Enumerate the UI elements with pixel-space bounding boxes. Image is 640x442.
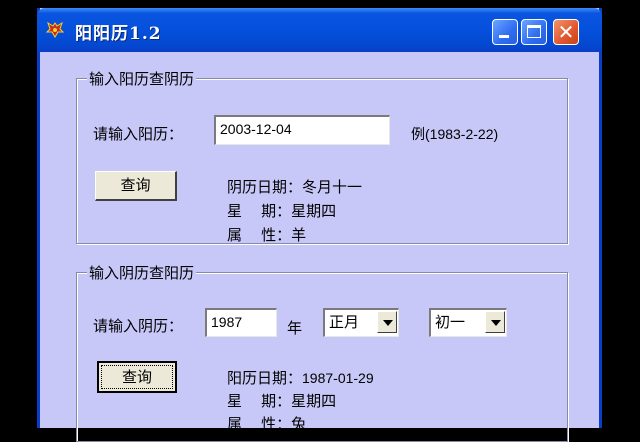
result-label: 属 性： xyxy=(227,226,292,244)
result-value: 星期四 xyxy=(291,392,337,410)
result-label: 阳历日期： xyxy=(227,369,303,387)
group-legend: 输入阴历查阳历 xyxy=(87,262,197,283)
title-bar[interactable]: 阳阳历1.2 ✕ xyxy=(37,8,602,52)
selected-day: 初一 xyxy=(435,313,466,331)
weekday-result: 星 期：星期四 xyxy=(227,200,336,221)
lunar-input-label: 请输入阴历： xyxy=(93,317,184,335)
lunar-query-button[interactable]: 查询 xyxy=(97,361,177,393)
maximize-icon xyxy=(527,25,541,38)
minimize-button[interactable] xyxy=(492,19,518,45)
result-value: 1987-01-29 xyxy=(302,370,374,386)
close-button[interactable]: ✕ xyxy=(553,19,579,45)
lunar-month-select[interactable]: 正月 xyxy=(323,308,399,337)
minimize-icon xyxy=(499,35,509,38)
result-value: 冬月十一 xyxy=(302,178,363,196)
solar-to-lunar-group: 输入阳历查阴历 请输入阳历： 2003-12-04 例(1983-2-22) 查… xyxy=(76,68,568,245)
result-value: 兔 xyxy=(291,415,307,433)
example-hint: 例(1983-2-22) xyxy=(411,126,499,142)
solar-input-label: 请输入阳历： xyxy=(93,125,184,143)
result-label: 星 期： xyxy=(227,392,292,410)
result-value: 羊 xyxy=(291,226,307,244)
group-legend: 输入阳历查阴历 xyxy=(87,68,197,89)
lunar-date-result: 阴历日期：冬月十一 xyxy=(227,176,362,197)
solar-date-input[interactable]: 2003-12-04 xyxy=(214,115,390,145)
app-window: 阳阳历1.2 ✕ 输入阳历查阴历 请输入阳历： 2003-12-04 例(198… xyxy=(37,8,602,442)
solar-date-result: 阳历日期：1987-01-29 xyxy=(227,367,374,388)
zodiac-result: 属 性：羊 xyxy=(227,224,306,245)
lunar-day-select[interactable]: 初一 xyxy=(429,308,507,337)
lunar-year-input[interactable]: 1987 xyxy=(205,308,277,337)
solar-query-button[interactable]: 查询 xyxy=(95,171,177,201)
result-label: 星 期： xyxy=(227,202,292,220)
year-unit-label: 年 xyxy=(287,319,303,337)
result-label: 属 性： xyxy=(227,415,292,433)
zodiac-result: 属 性：兔 xyxy=(227,413,306,434)
result-label: 阴历日期： xyxy=(227,178,303,196)
close-icon: ✕ xyxy=(557,20,575,44)
app-logo-icon xyxy=(45,20,65,40)
chevron-down-icon[interactable] xyxy=(377,311,397,333)
selected-month: 正月 xyxy=(329,313,360,331)
weekday-result: 星 期：星期四 xyxy=(227,390,336,411)
lunar-to-solar-group: 输入阴历查阳历 请输入阴历： 1987 年 正月 初一 查询 阳历日期：1987… xyxy=(76,262,568,442)
window-title: 阳阳历1.2 xyxy=(75,24,162,44)
result-value: 星期四 xyxy=(291,202,337,220)
maximize-button[interactable] xyxy=(521,19,547,45)
chevron-down-icon[interactable] xyxy=(485,311,505,333)
